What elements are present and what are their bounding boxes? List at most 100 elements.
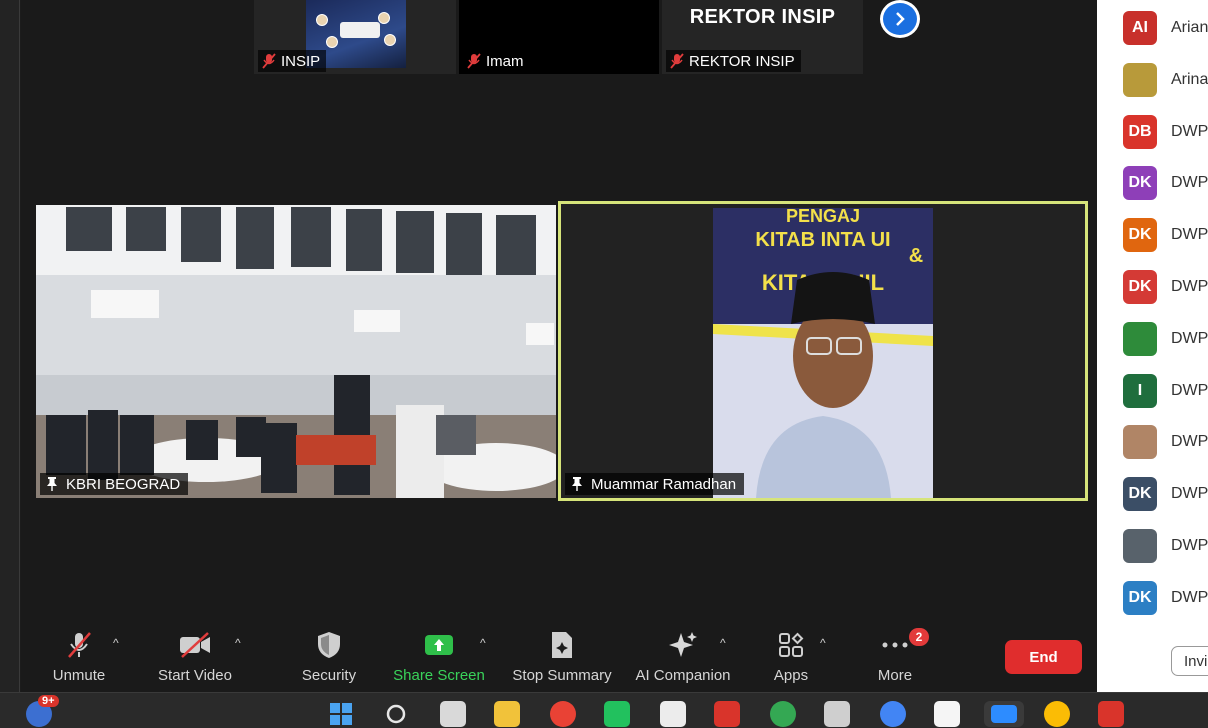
- avatar: DB: [1123, 114, 1157, 149]
- pin-icon: [47, 477, 57, 491]
- avatar: [1123, 321, 1157, 356]
- participant-name: DWP: [1171, 174, 1208, 192]
- participant-name: DWP: [1171, 329, 1208, 347]
- security-label: Security: [301, 667, 357, 684]
- participant-name: Arina: [1171, 70, 1208, 88]
- participant-nameplate: Muammar Ramadhan: [565, 473, 745, 495]
- chrome-icon[interactable]: [770, 701, 796, 727]
- avatar: DK: [1123, 166, 1157, 201]
- capcut-icon[interactable]: [934, 701, 960, 727]
- windows-taskbar: 9+: [0, 692, 1208, 728]
- banner-text-3: &: [909, 245, 923, 267]
- participant-row[interactable]: DK DWP: [1123, 476, 1208, 512]
- participant-row[interactable]: AI Arian: [1123, 10, 1208, 46]
- zoom-icon[interactable]: [984, 701, 1024, 727]
- mic-muted-icon: [68, 632, 91, 658]
- participant-nameplate: KBRI BEOGRAD: [40, 473, 189, 495]
- share-screen-button[interactable]: Share Screen: [393, 620, 485, 692]
- next-page-button[interactable]: [880, 0, 920, 38]
- apps-button[interactable]: Apps: [769, 620, 813, 692]
- avatar: DK: [1123, 270, 1157, 304]
- sparkle-icon: [669, 632, 697, 657]
- avatar: [1123, 425, 1157, 460]
- thumbnail-rektor-insip[interactable]: REKTOR INSIP REKTOR INSIP: [662, 0, 863, 74]
- participant-name: REKTOR INSIP: [689, 52, 795, 70]
- participant-name: DWP: [1171, 278, 1208, 295]
- mic-muted-icon: [262, 53, 276, 69]
- participant-name: Arian: [1171, 19, 1208, 36]
- start-windows-icon[interactable]: [328, 701, 354, 727]
- participant-name: DWP: [1171, 537, 1208, 554]
- task-view-icon[interactable]: [440, 701, 466, 727]
- avatar: AI: [1123, 11, 1157, 45]
- start-video-button[interactable]: Start Video: [155, 620, 235, 692]
- mic-muted-icon: [467, 53, 481, 69]
- ai-options-caret[interactable]: ^: [720, 636, 726, 650]
- participant-name: DWP: [1171, 226, 1208, 244]
- audio-options-caret[interactable]: ^: [113, 636, 119, 650]
- chrome-icon[interactable]: [1044, 701, 1070, 727]
- thumbnail-insip[interactable]: INSIP: [254, 0, 456, 74]
- participant-row[interactable]: Arina: [1123, 62, 1208, 98]
- participant-name: DWP: [1171, 433, 1208, 451]
- security-button[interactable]: Security: [299, 620, 359, 692]
- apps-options-caret[interactable]: ^: [820, 636, 826, 650]
- ai-companion-button[interactable]: AI Companion: [631, 620, 735, 692]
- app-icon[interactable]: [1098, 701, 1124, 727]
- file-explorer-icon[interactable]: [494, 701, 520, 727]
- avatar-name-text: REKTOR INSIP: [689, 6, 836, 28]
- thumbnail-imam[interactable]: Imam: [459, 0, 659, 74]
- stop-summary-label: Stop Summary: [512, 667, 612, 684]
- share-options-caret[interactable]: ^: [480, 636, 486, 650]
- participant-name: INSIP: [281, 52, 321, 70]
- participant-row[interactable]: DK DWP: [1123, 269, 1208, 305]
- green-app-icon[interactable]: [604, 701, 630, 727]
- chevron-right-icon: [896, 12, 905, 26]
- chrome-icon[interactable]: [550, 701, 576, 727]
- video-active-speaker[interactable]: PENGAJ KITAB INTA UI & KITAB AHIL Muamma…: [558, 201, 1088, 501]
- notification-badge: 9+: [38, 695, 59, 707]
- participant-row[interactable]: DK DWP: [1123, 165, 1208, 201]
- participant-row[interactable]: DWP: [1123, 528, 1208, 564]
- apps-label: Apps: [773, 667, 809, 684]
- participant-name: DWP: [1171, 588, 1208, 606]
- participant-label: INSIP: [258, 50, 327, 72]
- participant-name: DWP: [1171, 122, 1208, 140]
- meeting-toolbar: Unmute ^ Start Video ^ Security Share Sc…: [21, 620, 1097, 692]
- pin-icon: [572, 477, 582, 491]
- participant-label: REKTOR INSIP: [666, 50, 801, 72]
- participant-row[interactable]: DWP: [1123, 424, 1208, 460]
- participant-row[interactable]: DB DWP: [1123, 114, 1208, 150]
- search-icon[interactable]: [383, 701, 409, 727]
- participant-row[interactable]: DK DWP: [1123, 217, 1208, 253]
- participant-row[interactable]: DK DWP: [1123, 580, 1208, 616]
- share-screen-icon: [425, 635, 453, 655]
- unmute-label: Unmute: [52, 667, 106, 684]
- video-options-caret[interactable]: ^: [235, 636, 241, 650]
- participant-name: DWP: [1171, 485, 1208, 503]
- unmute-button[interactable]: Unmute: [47, 620, 111, 692]
- avatar: DK: [1123, 580, 1157, 615]
- invite-button[interactable]: Invi: [1171, 646, 1208, 676]
- participant-label: Imam: [463, 50, 530, 72]
- avatar: I: [1123, 373, 1157, 408]
- video-off-icon: [180, 632, 210, 658]
- banner-text-2: KITAB INTA UI: [755, 229, 890, 251]
- more-dots-icon: [882, 642, 908, 648]
- stop-summary-button[interactable]: Stop Summary: [509, 620, 615, 692]
- shield-icon: [318, 632, 340, 658]
- truck-icon[interactable]: [824, 701, 850, 727]
- more-label: More: [877, 667, 913, 684]
- wps-office-icon[interactable]: [714, 701, 740, 727]
- chrome-icon[interactable]: [880, 701, 906, 727]
- avatar: DK: [1123, 477, 1157, 512]
- participant-row[interactable]: DWP: [1123, 321, 1208, 357]
- participants-panel: AI Arian Arina DB DWP DK DWP DK DWP DK DWP DWP I DWP D…: [1097, 0, 1208, 692]
- participant-name: Imam: [486, 52, 524, 70]
- video-kbri-beograd[interactable]: KBRI BEOGRAD: [36, 205, 556, 498]
- apps-icon: [779, 632, 804, 657]
- participant-row[interactable]: I DWP: [1123, 373, 1208, 409]
- app-icon[interactable]: [660, 701, 686, 727]
- speaker-video-image: PENGAJ KITAB INTA UI & KITAB AHIL: [561, 204, 1085, 498]
- end-meeting-button[interactable]: End: [1005, 640, 1082, 674]
